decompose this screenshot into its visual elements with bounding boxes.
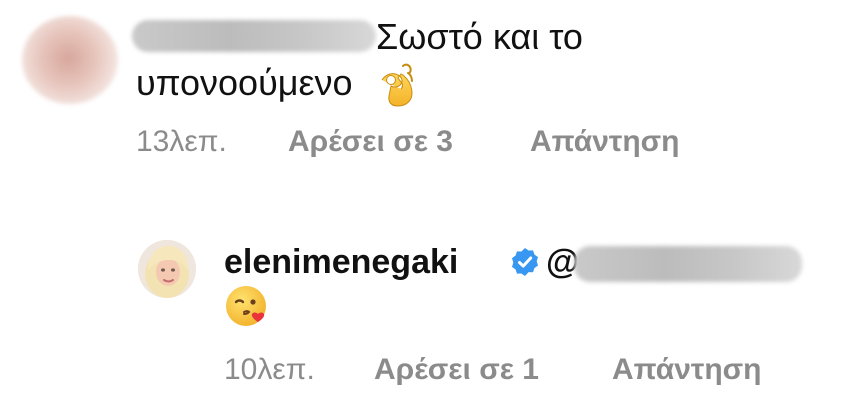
comment-2: elenimenegaki @ 10λεπ. Αρέσει σε 1 Απάντ…: [0, 220, 860, 420]
comment-likes-link[interactable]: Αρέσει σε 1: [374, 350, 539, 390]
comment-username[interactable]: elenimenegaki: [224, 240, 458, 284]
reply-button[interactable]: Απάντηση: [530, 122, 680, 162]
verified-badge-icon: [512, 248, 538, 276]
avatar[interactable]: [138, 240, 196, 298]
comment-text-line-1: Σωστό και το: [376, 16, 583, 57]
avatar-blurred[interactable]: [22, 16, 118, 104]
comment-time: 13λεπ.: [136, 125, 227, 158]
comment-text-line-2: υπονοούμενο: [136, 60, 417, 108]
redacted-username-1: [132, 20, 376, 52]
redacted-mention: [574, 246, 802, 282]
avatar-portrait: [138, 240, 196, 298]
comment-time: 10λεπ.: [224, 353, 315, 386]
ok-hand-icon: [381, 64, 413, 107]
comment-1: Σωστό και το υπονοούμενο 13λεπ. Αρέσει σ…: [0, 0, 860, 190]
face-blowing-kiss-icon: [226, 286, 266, 326]
comment-text-line-2-text: υπονοούμενο: [136, 62, 353, 103]
comment-likes-link[interactable]: Αρέσει σε 3: [288, 122, 453, 162]
reply-button[interactable]: Απάντηση: [612, 350, 762, 390]
